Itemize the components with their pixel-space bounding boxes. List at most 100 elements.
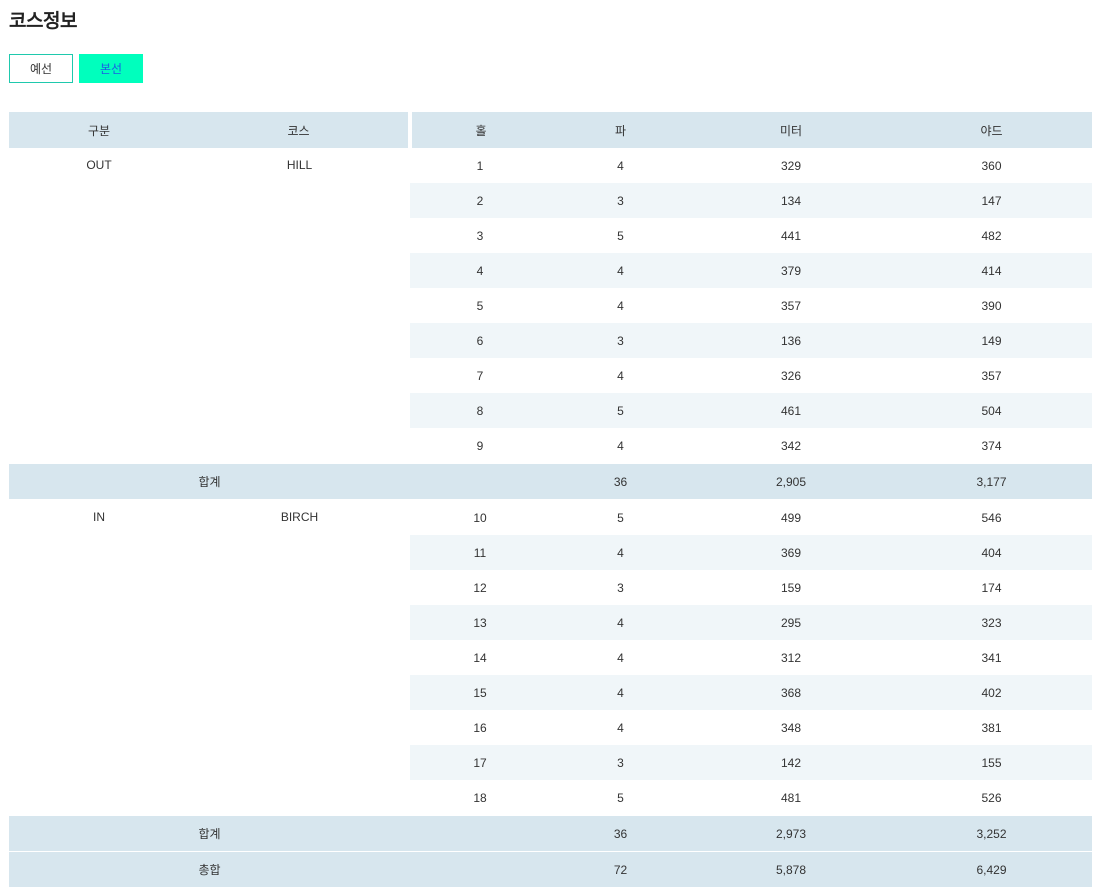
- table-header-row: 구분 코스 홀 파 미터 야드: [9, 112, 1092, 148]
- meter-cell: 481: [780, 790, 802, 805]
- course-cell: HILL: [189, 148, 410, 464]
- header-par: 파: [550, 112, 691, 148]
- meter-cell: 368: [691, 675, 891, 710]
- header-division: 구분: [9, 112, 189, 148]
- subtotal-yard: 3,252: [891, 815, 1092, 852]
- meter-cell: 342: [780, 438, 802, 453]
- yard-cell: 149: [891, 323, 1092, 358]
- hole-cell: 8: [410, 393, 550, 428]
- hole-cell: 5: [476, 298, 484, 313]
- yard-cell: 360: [981, 158, 1002, 173]
- header-meter: 미터: [691, 112, 891, 148]
- total-label: 총합: [9, 851, 410, 888]
- subtotal-par: 36: [550, 463, 691, 500]
- round-tabs: 예선 본선: [9, 54, 143, 83]
- meter-cell: 295: [691, 605, 891, 640]
- table-row: IN BIRCH 10 5 499 546: [9, 499, 1092, 816]
- hole-cell: 1: [476, 158, 484, 173]
- meter-cell: 326: [780, 368, 802, 383]
- table-row: OUT HILL 1 4 329 360: [9, 148, 1092, 464]
- meter-cell: 312: [780, 650, 802, 665]
- page-title: 코스정보: [9, 10, 77, 32]
- par-cell: 4: [617, 720, 624, 735]
- par-cell: 4: [550, 675, 691, 710]
- hole-cell: 16: [473, 720, 487, 735]
- yard-cell: 174: [981, 580, 1002, 595]
- subtotal-row: 합계 36 2,905 3,177: [9, 463, 1092, 500]
- yard-cell: 482: [981, 228, 1002, 243]
- hole-cell: 3: [476, 228, 484, 243]
- meter-cell: 348: [780, 720, 802, 735]
- yard-cell: 323: [891, 605, 1092, 640]
- par-cell: 3: [550, 745, 691, 780]
- meter-cell: 159: [780, 580, 802, 595]
- yard-cell: 546: [981, 510, 1002, 525]
- meter-cell: 136: [691, 323, 891, 358]
- subtotal-yard: 3,177: [891, 463, 1092, 500]
- total-par: 72: [550, 851, 691, 888]
- hole-cell: 15: [410, 675, 550, 710]
- meter-cell: 142: [691, 745, 891, 780]
- yard-cell: 147: [891, 183, 1092, 218]
- total-row: 총합 72 5,878 6,429: [9, 851, 1092, 888]
- subtotal-meter: 2,905: [691, 463, 891, 500]
- par-cell: 4: [617, 438, 624, 453]
- yard-cell: 526: [981, 790, 1002, 805]
- yard-cell: 374: [981, 438, 1002, 453]
- meter-cell: 134: [691, 183, 891, 218]
- header-yard: 야드: [891, 112, 1092, 148]
- hole-cell: 9: [476, 438, 484, 453]
- par-cell: 4: [550, 253, 691, 288]
- par-cell: 5: [550, 393, 691, 428]
- division-cell: OUT: [9, 148, 189, 464]
- meter-cell: 441: [780, 228, 802, 243]
- hole-cell: 2: [410, 183, 550, 218]
- subtotal-label: 합계: [9, 463, 410, 500]
- total-meter: 5,878: [691, 851, 891, 888]
- subtotal-hole-empty: [410, 815, 550, 852]
- meter-cell: 357: [780, 298, 802, 313]
- yard-cell: 381: [981, 720, 1002, 735]
- subtotal-label: 합계: [9, 815, 410, 852]
- par-cell: 4: [617, 368, 624, 383]
- subtotal-hole-empty: [410, 463, 550, 500]
- hole-cell: 7: [476, 368, 484, 383]
- hole-cell: 18: [473, 790, 487, 805]
- meter-cell: 329: [780, 158, 802, 173]
- meter-cell: 499: [780, 510, 802, 525]
- par-cell: 4: [617, 298, 624, 313]
- yard-cell: 155: [891, 745, 1092, 780]
- hole-cell: 4: [410, 253, 550, 288]
- header-course: 코스: [189, 112, 412, 148]
- meter-cell: 379: [691, 253, 891, 288]
- par-cell: 3: [617, 580, 624, 595]
- tab-main-round[interactable]: 본선: [79, 54, 143, 83]
- yard-cell: 341: [981, 650, 1002, 665]
- hole-cell: 13: [410, 605, 550, 640]
- yard-cell: 404: [891, 535, 1092, 570]
- tab-qualifier[interactable]: 예선: [9, 54, 73, 83]
- hole-cell: 12: [473, 580, 487, 595]
- course-cell: BIRCH: [189, 499, 410, 816]
- par-cell: 3: [550, 183, 691, 218]
- yard-cell: 414: [891, 253, 1092, 288]
- hole-cell: 6: [410, 323, 550, 358]
- total-hole-empty: [410, 851, 550, 888]
- subtotal-row: 합계 36 2,973 3,252: [9, 815, 1092, 852]
- par-cell: 4: [617, 158, 624, 173]
- yard-cell: 402: [891, 675, 1092, 710]
- subtotal-meter: 2,973: [691, 815, 891, 852]
- par-cell: 4: [617, 650, 624, 665]
- yard-cell: 390: [981, 298, 1002, 313]
- par-cell: 5: [617, 228, 624, 243]
- yard-cell: 504: [891, 393, 1092, 428]
- par-cell: 4: [550, 605, 691, 640]
- header-hole: 홀: [410, 112, 550, 148]
- par-cell: 3: [550, 323, 691, 358]
- course-info-table: 구분 코스 홀 파 미터 야드 OUT HILL 1 4 329 360 2 3 134 147 3…: [9, 112, 1092, 888]
- hole-cell: 10: [473, 510, 487, 525]
- division-cell: IN: [9, 499, 189, 816]
- total-yard: 6,429: [891, 851, 1092, 888]
- hole-cell: 11: [410, 535, 550, 570]
- yard-cell: 357: [981, 368, 1002, 383]
